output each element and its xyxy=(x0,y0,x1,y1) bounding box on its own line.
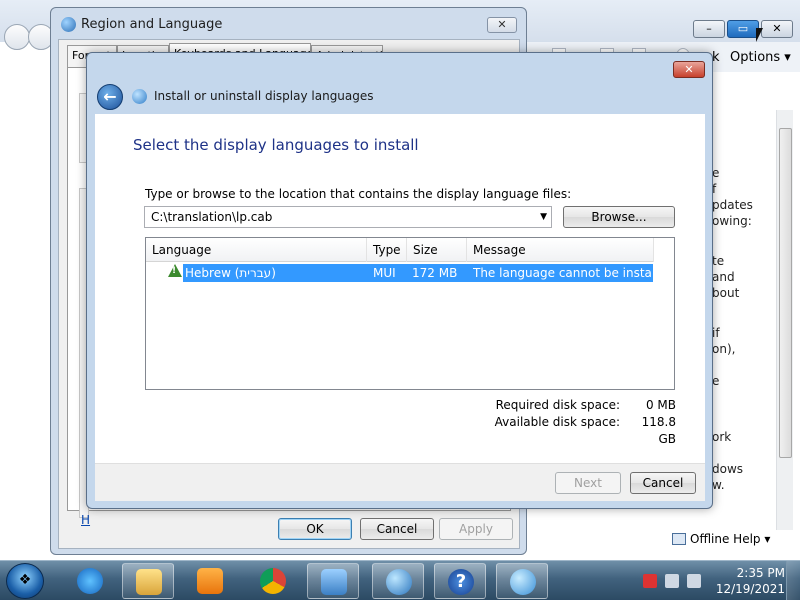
media-player-icon[interactable] xyxy=(184,563,236,599)
clock-date: 12/19/2021 xyxy=(715,582,785,596)
offline-help-icon xyxy=(672,533,686,545)
help-icon[interactable]: ? xyxy=(434,563,486,599)
taskbar-clock[interactable]: 2:35 PM 12/19/2021 xyxy=(705,565,785,597)
disk-space-values: 0 MB 118.8 GB xyxy=(621,397,676,448)
column-language[interactable]: Language xyxy=(146,238,367,262)
table-row[interactable]: Hebrew (עברית) MUI 172 MB The language c… xyxy=(183,264,653,282)
required-space-label: Required disk space: xyxy=(495,398,620,412)
install-close-button[interactable]: ✕ xyxy=(673,61,705,78)
available-space-label: Available disk space: xyxy=(494,415,620,429)
options-menu[interactable]: Options ▾ xyxy=(730,50,791,65)
language-globe-icon xyxy=(132,89,147,104)
help-link-partial[interactable]: H xyxy=(81,513,90,527)
install-dialog-title: Install or uninstall display languages xyxy=(154,89,374,103)
install-dialog-header: ← Install or uninstall display languages xyxy=(95,80,705,115)
help-text-fragment: e xyxy=(712,166,720,180)
mouse-cursor-icon xyxy=(756,28,763,42)
help-text-fragment: owing: xyxy=(712,214,752,228)
language-list[interactable]: Language Type Size Message ! Hebrew (עבר… xyxy=(145,237,675,390)
help-text-fragment: ork xyxy=(712,430,732,444)
minimize-button[interactable]: – xyxy=(693,20,725,38)
start-button[interactable]: ❖ xyxy=(6,563,44,599)
column-message[interactable]: Message xyxy=(467,238,654,262)
page-heading: Select the display languages to install xyxy=(133,136,419,154)
help-scrollbar[interactable] xyxy=(776,110,793,530)
cancel-button[interactable]: Cancel xyxy=(630,472,696,494)
region-dialog-title: Region and Language xyxy=(81,17,223,32)
ok-button[interactable]: OK xyxy=(278,518,352,540)
control-panel-icon[interactable] xyxy=(307,563,359,599)
region-language-icon[interactable] xyxy=(496,563,548,599)
scrollbar-thumb[interactable] xyxy=(779,128,792,458)
clock-time: 2:35 PM xyxy=(736,566,785,580)
help-text-fragment: te xyxy=(712,254,725,268)
show-desktop-button[interactable] xyxy=(786,561,800,600)
row-message: The language cannot be install... xyxy=(473,266,651,280)
ask-label-partial[interactable]: k xyxy=(712,50,720,65)
dropdown-arrow-icon[interactable]: ▼ xyxy=(540,212,547,222)
chrome-icon[interactable] xyxy=(247,563,299,599)
install-content: Select the display languages to install … xyxy=(95,114,705,463)
internet-explorer-icon[interactable] xyxy=(64,563,116,599)
help-text-fragment: e xyxy=(712,374,720,388)
back-nav-icon[interactable] xyxy=(4,24,30,50)
help-text-fragment: bout xyxy=(712,286,740,300)
location-value[interactable]: C:\translation\lp.cab xyxy=(151,210,272,224)
column-type[interactable]: Type xyxy=(367,238,407,262)
warning-icon: ! xyxy=(168,264,182,277)
help-text-fragment: if xyxy=(712,326,720,340)
offline-help-button[interactable]: Offline Help ▾ xyxy=(672,532,770,546)
disk-space-labels: Required disk space: Available disk spac… xyxy=(455,397,620,431)
next-button: Next xyxy=(555,472,621,494)
taskbar: ❖ ? 2:35 PM 12/19/2021 xyxy=(0,560,800,600)
network-globe-icon[interactable] xyxy=(372,563,424,599)
help-text-fragment: and xyxy=(712,270,735,284)
offline-help-label: Offline Help xyxy=(690,532,761,546)
help-text-fragment: on), xyxy=(712,342,736,356)
windows-explorer-icon[interactable] xyxy=(122,563,174,599)
browse-button[interactable]: Browse... xyxy=(563,206,675,228)
volume-icon[interactable] xyxy=(687,574,701,588)
network-icon[interactable] xyxy=(665,574,679,588)
row-size: 172 MB xyxy=(412,266,458,280)
back-arrow-icon: ← xyxy=(103,87,117,106)
help-text-fragment: dows xyxy=(712,462,744,476)
region-cancel-button[interactable]: Cancel xyxy=(360,518,434,540)
windows-logo-icon: ❖ xyxy=(18,572,32,588)
row-language: Hebrew (עברית) xyxy=(185,266,276,280)
location-label: Type or browse to the location that cont… xyxy=(145,187,572,201)
install-languages-dialog: ✕ ← Install or uninstall display languag… xyxy=(86,52,713,509)
globe-icon xyxy=(61,17,76,32)
install-footer: Next Cancel xyxy=(95,463,705,501)
help-content: e f pdates owing: te and bout if on), e … xyxy=(706,110,776,530)
maximize-button[interactable]: ▭ xyxy=(727,20,759,38)
help-text-fragment: pdates xyxy=(712,198,753,212)
apply-button: Apply xyxy=(439,518,513,540)
help-text-fragment: w. xyxy=(712,478,725,492)
row-type: MUI xyxy=(373,266,396,280)
column-size[interactable]: Size xyxy=(407,238,467,262)
required-space-value: 0 MB xyxy=(645,398,676,412)
region-close-button[interactable]: ✕ xyxy=(487,17,517,33)
location-combobox[interactable]: C:\translation\lp.cab ▼ xyxy=(144,206,552,228)
help-close-button[interactable]: ✕ xyxy=(761,20,793,38)
available-space-value: 118.8 GB xyxy=(641,415,676,446)
back-button[interactable]: ← xyxy=(97,84,123,110)
list-header: Language Type Size Message xyxy=(146,238,654,262)
action-center-icon[interactable] xyxy=(643,574,657,588)
